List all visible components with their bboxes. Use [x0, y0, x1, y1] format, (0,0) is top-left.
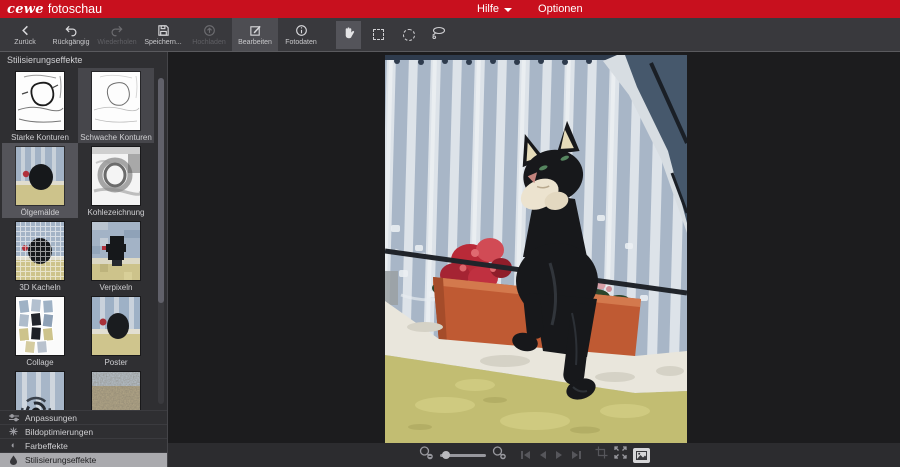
section-stilisierungseffekte[interactable]: Stilisierungseffekte — [0, 452, 167, 467]
edited-photo[interactable] — [385, 55, 687, 443]
panel-title: Stilisierungseffekte — [7, 55, 83, 65]
edit-button[interactable]: Bearbeiten — [232, 18, 278, 51]
editor-canvas[interactable] — [168, 52, 900, 443]
brand-logo-text: cewe — [7, 1, 44, 17]
chevron-left-icon — [19, 24, 32, 37]
app-name-text: fotoschau — [47, 1, 103, 16]
stylize-icon — [8, 455, 19, 465]
zoom-out-icon[interactable] — [419, 445, 434, 465]
sparkle-icon — [8, 427, 19, 436]
tiles-3d-thumbnail — [16, 221, 64, 280]
ellipse-select-button[interactable] — [396, 21, 421, 49]
nav-next-icon — [554, 451, 564, 459]
effect-partial-swirl[interactable] — [2, 368, 78, 410]
zoom-in-icon[interactable] — [492, 445, 507, 465]
view-statusbar — [168, 443, 900, 467]
fit-to-screen-icon[interactable] — [613, 446, 627, 464]
menu-optionen[interactable]: Optionen — [538, 3, 583, 15]
nav-last-icon — [570, 451, 583, 459]
category-sections: Anpassungen Bildoptimierungen ◐ Farbeffe… — [0, 410, 167, 467]
section-anpassungen[interactable]: Anpassungen — [0, 410, 167, 424]
section-bildoptimierungen[interactable]: Bildoptimierungen — [0, 424, 167, 438]
pixelate-thumbnail — [92, 221, 140, 280]
selection-tools — [336, 18, 451, 51]
title-bar: cewe fotoschau Hilfe Optionen — [0, 0, 900, 18]
save-disk-icon — [157, 24, 170, 37]
effect-schwache-konturen[interactable]: Schwache Konturen — [78, 67, 154, 143]
undo-arrow-icon — [64, 24, 78, 37]
nav-previous-icon — [538, 451, 548, 459]
edit-square-icon — [249, 24, 262, 37]
swirl-effect-icon — [16, 371, 64, 410]
info-circle-icon — [295, 24, 308, 37]
save-button[interactable]: Speichern... — [140, 18, 186, 51]
sidebar-scrollbar-thumb[interactable] — [158, 77, 164, 303]
back-button[interactable]: Zurück — [2, 18, 48, 51]
upload-circle-icon — [203, 24, 216, 37]
effect-partial-grain[interactable] — [78, 368, 154, 410]
effect-verpixeln[interactable]: Verpixeln — [78, 218, 154, 293]
effect-starke-konturen[interactable]: Starke Konturen — [2, 68, 78, 143]
effect-oelgemaelde[interactable]: Ölgemälde — [2, 142, 78, 218]
hand-tool-icon — [342, 25, 355, 44]
rect-select-icon — [373, 29, 384, 40]
weak-contours-thumbnail — [92, 71, 140, 130]
zoom-slider-thumb[interactable] — [441, 450, 450, 459]
sliders-icon — [8, 413, 19, 422]
undo-button[interactable]: Rückgängig — [48, 18, 94, 51]
redo-arrow-icon — [110, 24, 124, 37]
app-logo: cewe fotoschau — [7, 1, 103, 17]
ellipse-select-icon — [402, 28, 415, 41]
zoom-slider[interactable] — [439, 450, 486, 459]
crop-frame-icon — [595, 446, 608, 464]
chevron-down-icon — [504, 8, 513, 12]
nav-first-icon — [519, 451, 532, 459]
effects-sidebar: Stilisierungseffekte Starke Konturen Sch… — [0, 52, 168, 467]
charcoal-thumbnail — [92, 146, 140, 205]
lasso-select-icon — [431, 26, 446, 44]
menu-hilfe[interactable]: Hilfe — [477, 3, 513, 15]
effects-list: Starke Konturen Schwache Konturen Ölgemä… — [0, 67, 167, 410]
lasso-select-button[interactable] — [426, 21, 451, 49]
menubar: Hilfe Optionen — [477, 0, 583, 18]
strong-contours-thumbnail — [16, 71, 64, 130]
effect-poster[interactable]: Poster — [78, 293, 154, 368]
hand-tool-button[interactable] — [336, 20, 361, 49]
section-farbeffekte[interactable]: ◐ Farbeffekte — [0, 438, 167, 452]
photo-data-button[interactable]: Fotodaten — [278, 18, 324, 51]
show-original-icon[interactable] — [632, 447, 650, 463]
rect-select-button[interactable] — [366, 21, 391, 49]
effect-kohlezeichnung[interactable]: Kohlezeichnung — [78, 143, 154, 218]
sidebar-scrollbar[interactable] — [158, 77, 164, 404]
poster-thumbnail — [92, 296, 140, 355]
collage-thumbnail — [16, 296, 64, 355]
redo-button: Wiederholen — [94, 18, 140, 51]
grain-effect-icon — [92, 371, 140, 410]
oil-painting-thumbnail — [16, 146, 64, 205]
effect-collage[interactable]: Collage — [2, 293, 78, 368]
upload-button: Hochladen — [186, 18, 232, 51]
main-toolbar: Zurück Rückgängig Wiederholen Speichern.… — [0, 18, 900, 52]
effect-3d-kacheln[interactable]: 3D Kacheln — [2, 218, 78, 293]
contrast-icon: ◐ — [10, 440, 17, 450]
